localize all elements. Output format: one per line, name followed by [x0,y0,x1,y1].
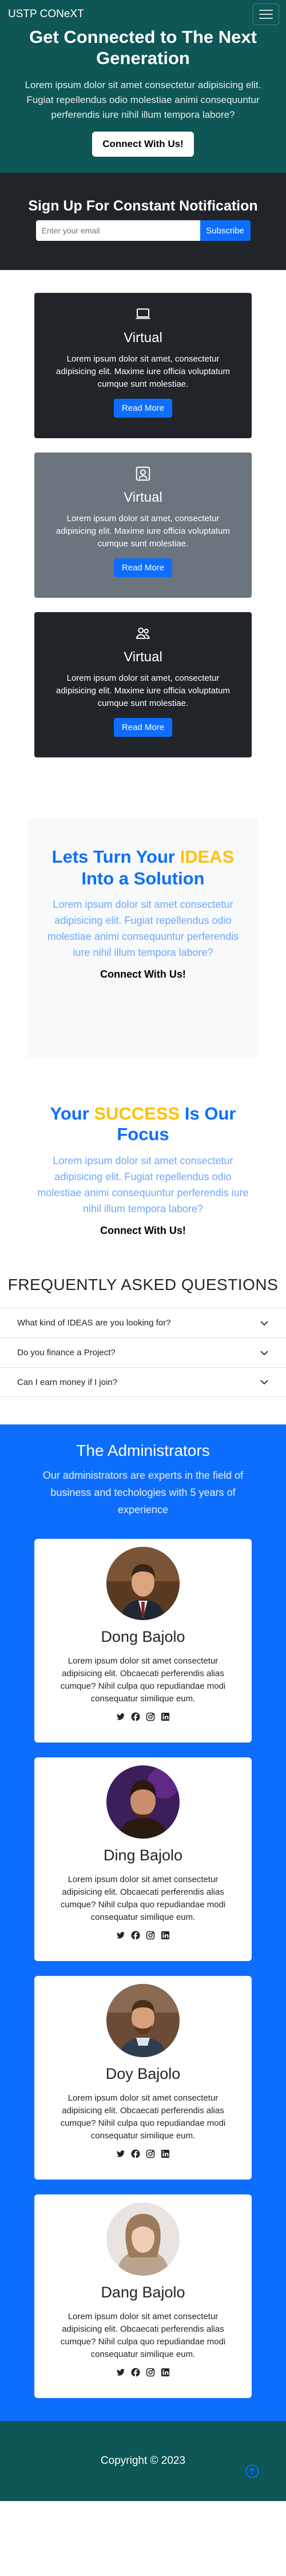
admins-section: The Administrators Our administrators ar… [0,1424,286,2421]
avatar [106,1547,180,1620]
facebook-icon[interactable] [131,2149,140,2158]
feature-text: Lorem ipsum dolor sit amet, consectetur … [55,354,231,389]
linkedin-icon[interactable] [161,1712,170,1721]
faq-question: Do you finance a Project? [17,1348,116,1358]
ideas-section: Lets Turn Your IDEAS Into a Solution Lor… [0,796,286,1090]
subscribe-button[interactable]: Subscribe [200,220,251,241]
admin-bio: Lorem ipsum dolor sit amet consectetur a… [60,2312,226,2359]
admin-card: Dang Bajolo Lorem ipsum dolor sit amet c… [34,2194,252,2398]
people-icon [136,628,150,639]
features-section: Virtual Lorem ipsum dolor sit amet, cons… [0,270,286,796]
faq-question: What kind of IDEAS are you looking for? [17,1318,171,1328]
feature-text: Lorem ipsum dolor sit amet, consectetur … [55,673,231,708]
social-links [34,2368,252,2377]
hero-text: Lorem ipsum dolor sit amet consectetur a… [25,80,261,120]
subscribe-section: Sign Up For Constant Notification Enter … [0,173,286,270]
linkedin-icon[interactable] [161,1931,170,1940]
social-links [34,1931,252,1940]
admins-title: The Administrators [76,1442,210,1459]
feature-title: Virtual [124,490,162,505]
read-more-button[interactable]: Read More [113,399,173,418]
ideas-box: Lets Turn Your IDEAS Into a Solution Lor… [27,819,259,1058]
success-connect-button[interactable]: Connect With Us! [100,1217,186,1245]
facebook-icon[interactable] [131,1712,140,1721]
faq-item[interactable]: Do you finance a Project? [0,1337,286,1367]
twitter-icon[interactable] [116,1712,125,1721]
brand-logo[interactable]: USTP CONeXT [8,8,84,21]
feature-card: Virtual Lorem ipsum dolor sit amet, cons… [34,293,252,438]
faq-item[interactable]: Can I earn money if I join? [0,1367,286,1397]
admin-bio: Lorem ipsum dolor sit amet consectetur a… [60,1875,226,1922]
faq-question: Can I earn money if I join? [17,1377,118,1387]
ideas-text: Lorem ipsum dolor sit amet consectetur a… [47,899,239,958]
admin-name: Doy Bajolo [105,2065,181,2082]
hero-title: Get Connected to The Next Generation [29,27,257,68]
avatar [106,1765,180,1839]
linkedin-icon[interactable] [161,2368,170,2377]
feature-title: Virtual [124,649,162,665]
twitter-icon[interactable] [116,1931,125,1940]
avatar [106,1984,180,2057]
faq-section: FREQUENTLY ASKED QUESTIONS What kind of … [0,1259,286,1424]
navbar: USTP CONeXT [0,0,286,29]
twitter-icon[interactable] [116,2149,125,2158]
person-badge-icon [136,466,150,481]
facebook-icon[interactable] [131,1931,140,1940]
feature-card: Virtual Lorem ipsum dolor sit amet, cons… [34,612,252,757]
arrow-up-circle-icon[interactable] [245,2464,260,2479]
admin-name: Dong Bajolo [101,1628,185,1645]
feature-title: Virtual [124,330,162,346]
laptop-icon [136,308,150,319]
success-section: Your SUCCESS Is Our Focus Lorem ipsum do… [0,1090,286,1259]
faq-item[interactable]: What kind of IDEAS are you looking for? [0,1308,286,1337]
email-input[interactable]: Enter your email [35,220,200,241]
social-links [34,2149,252,2158]
admin-name: Ding Bajolo [103,1847,183,1864]
chevron-down-icon [260,1320,268,1325]
subscribe-title: Sign Up For Constant Notification [28,198,258,214]
admin-bio: Lorem ipsum dolor sit amet consectetur a… [60,2093,226,2141]
instagram-icon[interactable] [146,1712,155,1721]
social-links [34,1712,252,1721]
twitter-icon[interactable] [116,2368,125,2377]
feature-text: Lorem ipsum dolor sit amet, consectetur … [55,514,231,549]
admins-text: Our administrators are experts in the fi… [42,1470,244,1515]
hero-connect-button[interactable]: Connect With Us! [92,132,194,157]
admin-card: Dong Bajolo Lorem ipsum dolor sit amet c… [34,1539,252,1743]
footer: Copyright © 2023 [0,2421,286,2501]
facebook-icon[interactable] [131,2368,140,2377]
faq-title: FREQUENTLY ASKED QUESTIONS [7,1276,279,1293]
admin-name: Dang Bajolo [101,2284,185,2301]
ideas-connect-button[interactable]: Connect With Us! [100,960,186,989]
hamburger-menu-icon[interactable] [253,3,279,25]
linkedin-icon[interactable] [161,2149,170,2158]
instagram-icon[interactable] [146,2149,155,2158]
success-text: Lorem ipsum dolor sit amet consectetur a… [37,1155,249,1214]
chevron-down-icon [260,1350,268,1355]
ideas-title: Lets Turn Your IDEAS Into a Solution [51,847,235,888]
copyright-text: Copyright © 2023 [100,2455,186,2467]
chevron-down-icon [260,1380,268,1385]
feature-card: Virtual Lorem ipsum dolor sit amet, cons… [34,453,252,598]
admin-bio: Lorem ipsum dolor sit amet consectetur a… [60,1656,226,1704]
success-title: Your SUCCESS Is Our Focus [50,1104,236,1144]
read-more-button[interactable]: Read More [113,718,173,737]
subscribe-form: Enter your email Subscribe [0,220,286,241]
instagram-icon[interactable] [146,1931,155,1940]
read-more-button[interactable]: Read More [113,558,173,577]
instagram-icon[interactable] [146,2368,155,2377]
avatar [106,2202,180,2276]
admin-card: Ding Bajolo Lorem ipsum dolor sit amet c… [34,1757,252,1961]
admin-card: Doy Bajolo Lorem ipsum dolor sit amet co… [34,1976,252,2180]
